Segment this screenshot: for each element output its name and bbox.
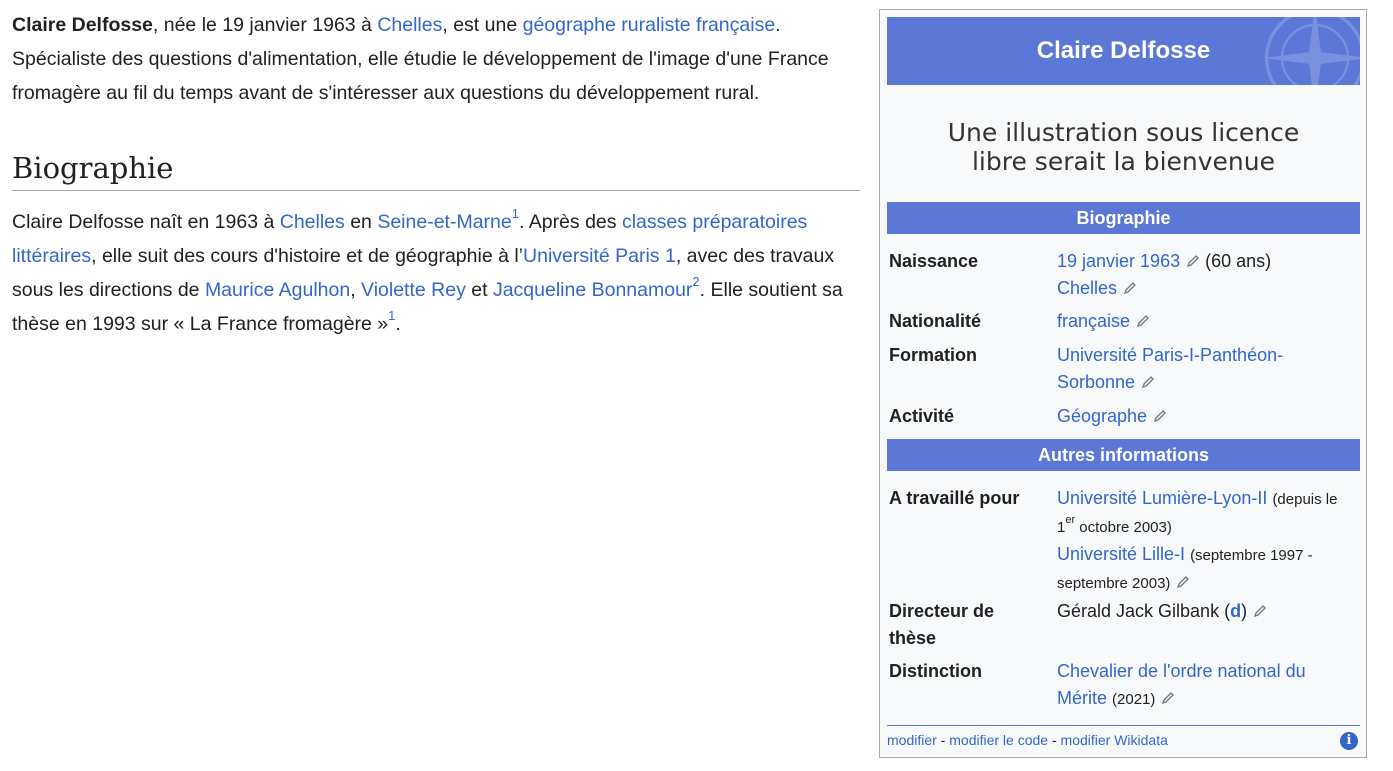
infobox-section-autres: Autres informations [887, 439, 1360, 471]
reference-1[interactable]: 1 [512, 206, 519, 221]
label-naissance: Naissance [889, 251, 979, 271]
label-directeur-these: Directeur de thèse [889, 601, 995, 648]
pencil-icon[interactable] [1176, 570, 1190, 589]
link-violette-rey[interactable]: Violette Rey [361, 279, 466, 301]
link-nationalite[interactable]: française [1057, 311, 1130, 331]
pencil-icon[interactable] [1161, 686, 1175, 705]
infobox-title-bar: Claire Delfosse [887, 17, 1360, 85]
info-icon[interactable]: i [1340, 732, 1358, 750]
infobox-title: Claire Delfosse [1036, 37, 1211, 64]
link-formation[interactable]: Université Paris-I-Panthéon-Sorbonne [1057, 345, 1283, 392]
link-employer-lille[interactable]: Université Lille-I [1057, 544, 1185, 564]
link-jacqueline-bonnamour[interactable]: Jacqueline Bonnamour [493, 279, 692, 301]
distinction-year: (2021) [1112, 691, 1156, 708]
infobox-section-biographie: Biographie [887, 202, 1360, 234]
link-birth-place[interactable]: Chelles [1057, 278, 1117, 298]
link-universite-paris-1[interactable]: Université Paris 1 [523, 245, 676, 267]
link-birth-date[interactable]: 19 janvier 1963 [1057, 251, 1180, 271]
link-chelles-bio[interactable]: Chelles [280, 211, 345, 233]
link-chelles[interactable]: Chelles [377, 14, 442, 36]
link-geographe-ruraliste[interactable]: géographe ruraliste française [523, 14, 776, 36]
label-formation: Formation [889, 345, 977, 365]
label-a-travaille-pour: A travaillé pour [889, 488, 1020, 508]
pencil-icon[interactable] [1136, 309, 1150, 328]
link-wikidata-d[interactable]: d [1230, 601, 1241, 621]
link-employer-lyon[interactable]: Université Lumière-Lyon-II [1057, 488, 1267, 508]
intro-paragraph: Claire Delfosse, née le 19 janvier 1963 … [12, 14, 829, 104]
label-distinction: Distinction [889, 661, 982, 681]
pencil-icon[interactable] [1153, 404, 1167, 423]
age: (60 ans) [1205, 251, 1272, 271]
pencil-icon[interactable] [1123, 276, 1137, 295]
compass-decoration [1262, 17, 1360, 85]
link-activite[interactable]: Géographe [1057, 406, 1147, 426]
pencil-icon[interactable] [1141, 370, 1155, 389]
footer-modifier-wikidata-link[interactable]: modifier Wikidata [1061, 732, 1168, 748]
footer-modifier-link[interactable]: modifier [887, 732, 937, 748]
link-maurice-agulhon[interactable]: Maurice Agulhon [205, 279, 350, 301]
link-seine-et-marne[interactable]: Seine-et-Marne [377, 211, 511, 233]
section-heading-biographie: Biographie [12, 150, 860, 191]
no-image-placeholder: Une illustration sous licence libre sera… [947, 118, 1300, 176]
link-distinction[interactable]: Chevalier de l'ordre national du Mérite [1057, 661, 1306, 708]
infobox-footer: modifier - modifier le code - modifier W… [887, 725, 1360, 754]
infobox: Claire Delfosse Une illustration sous li… [879, 9, 1367, 758]
footer-modifier-code-link[interactable]: modifier le code [949, 732, 1048, 748]
directeur-name: Gérald Jack Gilbank [1057, 601, 1220, 621]
reference-1-again[interactable]: 1 [388, 308, 395, 323]
label-nationalite: Nationalité [889, 311, 982, 331]
pencil-icon[interactable] [1253, 599, 1267, 618]
article-content: Claire Delfosse, née le 19 janvier 1963 … [12, 8, 860, 341]
biography-paragraph: Claire Delfosse naît en 1963 à Chelles e… [12, 205, 843, 336]
subject-name: Claire Delfosse [12, 14, 153, 36]
reference-2[interactable]: 2 [692, 274, 699, 289]
label-activite: Activité [889, 406, 955, 426]
pencil-icon[interactable] [1186, 249, 1200, 268]
